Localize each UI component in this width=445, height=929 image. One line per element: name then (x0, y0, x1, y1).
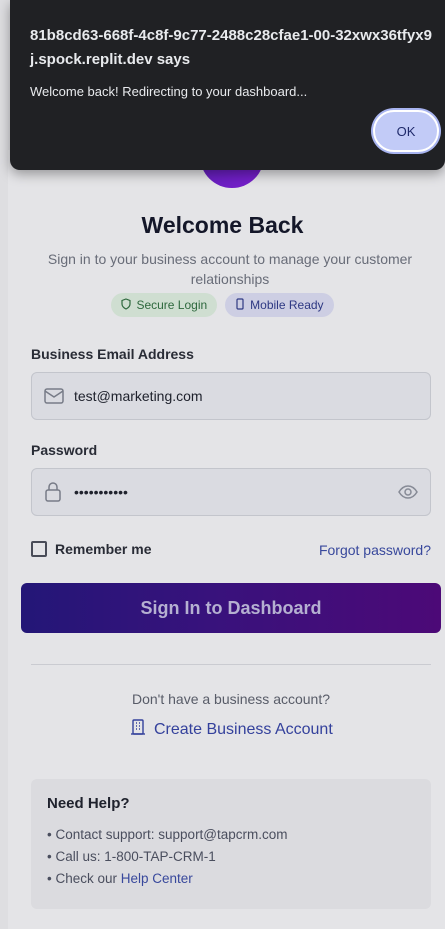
dialog-host: 81b8cd63-668f-4c8f-9c77-2488c28cfae1-00-… (30, 27, 432, 68)
ok-button[interactable]: OK (373, 110, 439, 152)
dialog-message: Welcome back! Redirecting to your dashbo… (30, 84, 308, 99)
alert-dialog: 81b8cd63-668f-4c8f-9c77-2488c28cfae1-00-… (10, 0, 445, 170)
